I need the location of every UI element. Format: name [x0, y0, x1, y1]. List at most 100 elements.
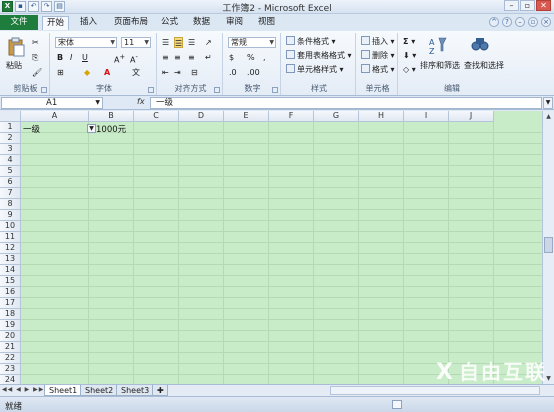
row-header-16[interactable]: 16 [0, 287, 21, 298]
collapse-ribbon-icon[interactable]: ^ [489, 17, 499, 27]
find-select-button[interactable]: 查找和选择 [464, 60, 504, 71]
close-button[interactable]: ✕ [536, 0, 551, 11]
tab-file[interactable]: 文件 [0, 15, 38, 30]
doc-restore-icon[interactable]: ▫ [528, 17, 538, 27]
fill-color-icon[interactable]: ◆ [84, 67, 90, 78]
decrease-decimal-icon[interactable]: .00 [247, 67, 260, 78]
column-header-a[interactable]: A [21, 111, 89, 122]
fill-icon[interactable]: ⬇ ▾ [403, 50, 416, 61]
row-header-11[interactable]: 11 [0, 232, 21, 243]
row-header-1[interactable]: 1 [0, 122, 21, 133]
insert-function-icon[interactable]: fx [137, 97, 145, 106]
formula-input[interactable]: 一级 [150, 97, 542, 109]
column-header-f[interactable]: F [269, 111, 314, 122]
border-icon[interactable]: ⊞ [57, 67, 64, 78]
cell-b1[interactable]: 1000元 [96, 123, 126, 135]
select-all-corner[interactable] [0, 111, 21, 122]
tab-view[interactable]: 视图 [254, 16, 279, 30]
row-header-23[interactable]: 23 [0, 364, 21, 375]
number-launcher-icon[interactable] [272, 87, 278, 93]
column-header-g[interactable]: G [314, 111, 359, 122]
comma-icon[interactable]: , [263, 52, 266, 63]
cut-icon[interactable]: ✂ [32, 37, 39, 48]
column-header-h[interactable]: H [359, 111, 404, 122]
column-header-b[interactable]: B [89, 111, 134, 122]
format-button[interactable]: 格式 ▾ [361, 64, 395, 75]
autosum-icon[interactable]: Σ ▾ [403, 36, 415, 47]
restore-button[interactable]: ▫ [520, 0, 535, 11]
tab-page-layout[interactable]: 页面布局 [110, 16, 152, 30]
cell-styles-button[interactable]: 单元格样式 ▾ [286, 64, 344, 75]
sort-filter-icon[interactable]: A Z [428, 35, 448, 55]
align-bottom-icon[interactable]: ☰ [188, 37, 195, 48]
clipboard-launcher-icon[interactable] [41, 87, 47, 93]
phonetic-icon[interactable]: 文 [132, 67, 140, 78]
column-header-c[interactable]: C [134, 111, 179, 122]
currency-icon[interactable]: $ [229, 52, 234, 63]
row-header-22[interactable]: 22 [0, 353, 21, 364]
column-header-d[interactable]: D [179, 111, 224, 122]
row-header-18[interactable]: 18 [0, 309, 21, 320]
vertical-scrollbar[interactable]: ▲ ▼ [542, 111, 554, 384]
orientation-icon[interactable]: ↗ [205, 37, 212, 48]
horizontal-scrollbar[interactable] [330, 386, 540, 395]
clear-icon[interactable]: ◇ ▾ [403, 64, 416, 75]
tab-data[interactable]: 数据 [189, 16, 214, 30]
row-header-14[interactable]: 14 [0, 265, 21, 276]
percent-icon[interactable]: % [247, 52, 255, 63]
normal-view-icon[interactable] [392, 400, 402, 409]
find-select-icon[interactable] [470, 35, 490, 55]
row-header-15[interactable]: 15 [0, 276, 21, 287]
decrease-indent-icon[interactable]: ⇤ [162, 67, 169, 78]
expand-formula-icon[interactable]: ▼ [543, 97, 553, 109]
font-name-combo[interactable]: 宋体 ▼ [55, 37, 117, 48]
insert-sheet-icon[interactable]: ✚ [152, 385, 168, 396]
row-header-12[interactable]: 12 [0, 243, 21, 254]
row-header-5[interactable]: 5 [0, 166, 21, 177]
row-header-4[interactable]: 4 [0, 155, 21, 166]
sheet-nav-icons[interactable]: ◀◀ ◀ ▶ ▶▶ [2, 386, 44, 393]
doc-minimize-icon[interactable]: – [515, 17, 525, 27]
scroll-up-icon[interactable]: ▲ [544, 112, 553, 121]
row-header-9[interactable]: 9 [0, 210, 21, 221]
cell-a1[interactable]: 一级 [23, 123, 40, 135]
row-header-6[interactable]: 6 [0, 177, 21, 188]
tab-review[interactable]: 审阅 [222, 16, 247, 30]
minimize-button[interactable]: – [504, 0, 519, 11]
increase-indent-icon[interactable]: ⇥ [174, 67, 181, 78]
row-header-10[interactable]: 10 [0, 221, 21, 232]
paste-button[interactable]: 粘贴 [6, 60, 22, 71]
delete-button[interactable]: 删除 ▾ [361, 50, 395, 61]
row-header-2[interactable]: 2 [0, 133, 21, 144]
conditional-format-button[interactable]: 条件格式 ▾ [286, 36, 336, 47]
column-header-j[interactable]: J [449, 111, 494, 122]
row-header-21[interactable]: 21 [0, 342, 21, 353]
data-validation-dropdown-icon[interactable]: ▼ [87, 124, 96, 133]
table-format-button[interactable]: 套用表格格式 ▾ [286, 50, 352, 61]
row-header-7[interactable]: 7 [0, 188, 21, 199]
row-header-24[interactable]: 24 [0, 375, 21, 384]
sheet-tab-3[interactable]: Sheet3 [116, 385, 155, 396]
tab-formulas[interactable]: 公式 [157, 16, 182, 30]
increase-decimal-icon[interactable]: .0 [229, 67, 237, 78]
help-icon[interactable]: ? [502, 17, 512, 27]
tab-insert[interactable]: 插入 [76, 16, 101, 30]
alignment-launcher-icon[interactable] [214, 87, 220, 93]
scroll-thumb[interactable] [544, 237, 553, 253]
doc-close-icon[interactable]: × [541, 17, 551, 27]
sort-filter-button[interactable]: 排序和筛选 [420, 60, 460, 71]
align-top-icon[interactable]: ☰ [162, 37, 169, 48]
font-launcher-icon[interactable] [148, 87, 154, 93]
align-left-icon[interactable]: ≡ [162, 52, 169, 63]
row-header-17[interactable]: 17 [0, 298, 21, 309]
row-header-13[interactable]: 13 [0, 254, 21, 265]
copy-icon[interactable]: ⎘ [32, 52, 38, 63]
row-header-19[interactable]: 19 [0, 320, 21, 331]
sheet-tab-2[interactable]: Sheet2 [80, 385, 119, 396]
row-header-3[interactable]: 3 [0, 144, 21, 155]
italic-button[interactable]: I [70, 52, 72, 63]
align-middle-icon[interactable]: ☰ [174, 37, 184, 48]
align-center-icon[interactable]: ≡ [174, 52, 181, 63]
paste-icon[interactable] [6, 37, 26, 57]
row-header-20[interactable]: 20 [0, 331, 21, 342]
